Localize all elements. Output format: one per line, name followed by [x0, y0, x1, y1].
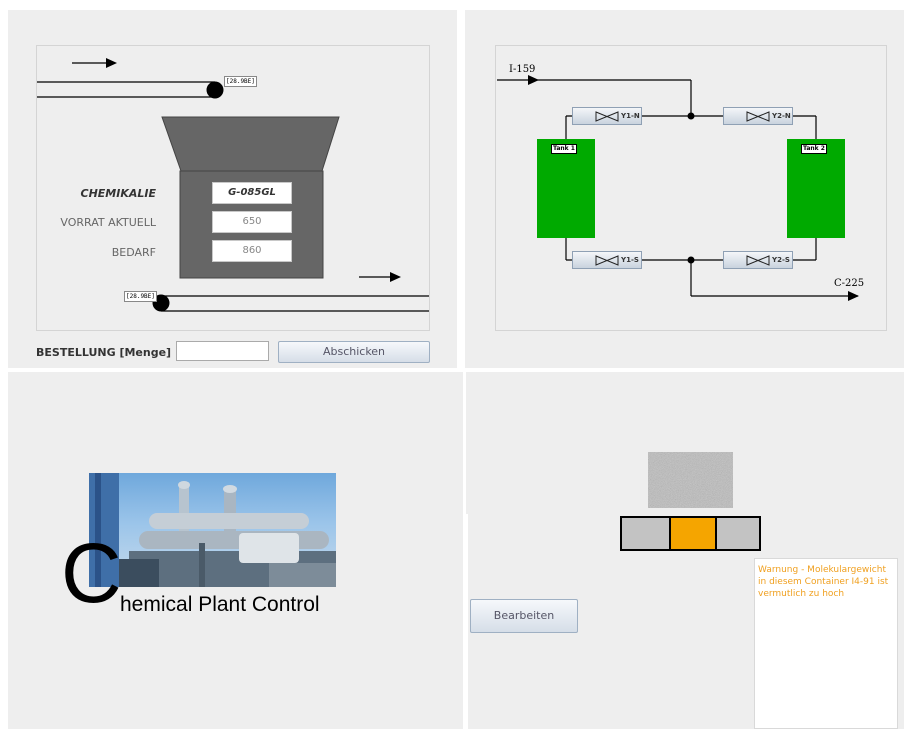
top-junction [687, 112, 695, 120]
valve-y1-n[interactable]: Y1-N [572, 107, 642, 125]
status-indicator-bar [620, 516, 761, 551]
tank-1[interactable]: Tank 1 [537, 139, 595, 238]
valve-y2-n-icon [746, 111, 770, 122]
valve-y2-s-label: Y2-S [772, 256, 790, 264]
output-line-label: C-225 [834, 278, 865, 289]
piping-diagram [497, 75, 859, 301]
valve-y2-s[interactable]: Y2-S [723, 251, 793, 269]
input-arrow [528, 75, 539, 85]
valve-y1-s[interactable]: Y1-S [572, 251, 642, 269]
valve-y1-s-icon [595, 255, 619, 266]
tank-2[interactable]: Tank 2 [787, 139, 845, 238]
plant-photo [89, 473, 336, 587]
warning-message: Warnung - Molekulargewicht in diesem Con… [758, 565, 889, 599]
edit-button[interactable]: Bearbeiten [470, 599, 578, 633]
valve-y1-n-label: Y1-N [621, 112, 640, 120]
warning-textarea[interactable]: Warnung - Molekulargewicht in diesem Con… [754, 558, 898, 729]
valve-y1-s-label: Y1-S [621, 256, 639, 264]
tank-2-label: Tank 2 [801, 144, 827, 154]
sensor-noise [648, 452, 733, 508]
sensor-image [648, 452, 733, 508]
valve-y2-n[interactable]: Y2-N [723, 107, 793, 125]
status-indicator-segment [669, 518, 717, 549]
inspection-divider [466, 514, 468, 729]
valve-y2-n-label: Y2-N [772, 112, 791, 120]
plant-photo-illustration [89, 473, 336, 587]
valve-y1-n-icon [595, 111, 619, 122]
output-arrow [848, 291, 859, 301]
tank-1-label: Tank 1 [551, 144, 577, 154]
input-line-label: I-159 [509, 64, 536, 75]
valve-y2-s-icon [746, 255, 770, 266]
logo-letter-c: C [61, 526, 122, 620]
logo-text: hemical Plant Control [120, 593, 320, 616]
